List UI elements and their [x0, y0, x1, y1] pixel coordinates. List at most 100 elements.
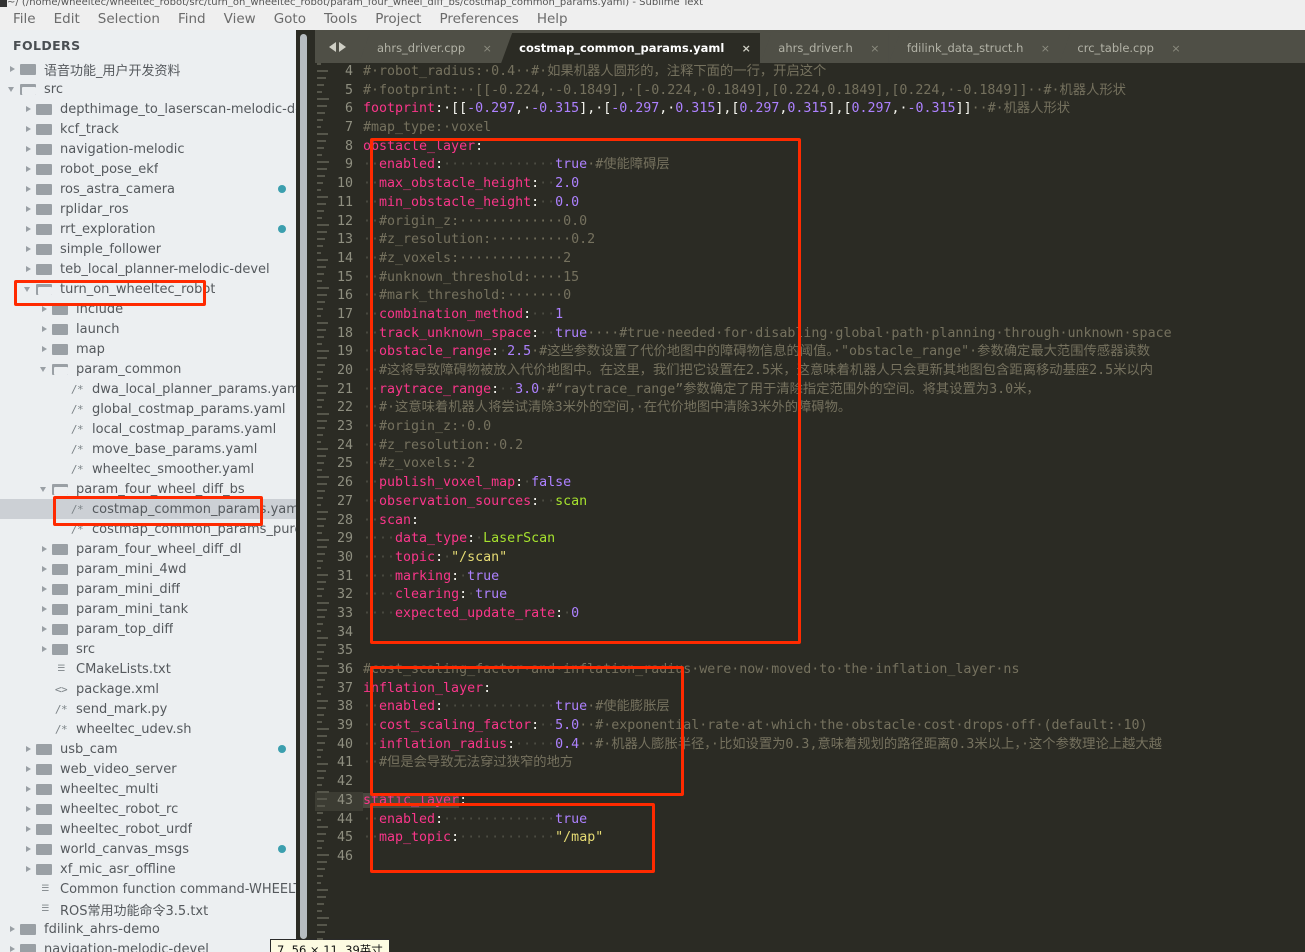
tree-item[interactable]: src [0, 79, 296, 99]
code-view[interactable]: 4 #·robot_radius:·0.4··#·如果机器人圆形的，注释下面的一行… [315, 63, 1305, 952]
menu-item-help[interactable]: Help [528, 9, 577, 29]
tree-item[interactable]: map [0, 339, 296, 359]
chevron-right-icon[interactable] [24, 145, 33, 154]
chevron-right-icon[interactable] [24, 865, 33, 874]
chevron-right-icon[interactable] [24, 245, 33, 254]
tree-item[interactable]: param_common [0, 359, 296, 379]
code-line[interactable]: 16 ··#mark_threshold:·······0 [315, 287, 1305, 306]
editor-tab[interactable]: ahrs_driver.h × [760, 33, 889, 63]
menu-item-edit[interactable]: Edit [45, 9, 89, 29]
tree-item[interactable]: navigation-melodic-devel [0, 939, 296, 952]
menu-item-find[interactable]: Find [169, 9, 215, 29]
chevron-right-icon[interactable] [40, 645, 49, 654]
tree-item[interactable]: include [0, 299, 296, 319]
tree-item[interactable]: world_canvas_msgs [0, 839, 296, 859]
close-icon[interactable]: × [1039, 42, 1051, 55]
code-line[interactable]: 30 ····topic:·"/scan" [315, 549, 1305, 568]
tree-item[interactable]: /* costmap_common_params.yaml [0, 499, 296, 519]
close-icon[interactable]: × [1170, 42, 1182, 55]
tree-item[interactable]: ☰ ROS常用功能命令3.5.txt [0, 899, 296, 919]
code-line[interactable]: 45 ··map_topic:············"/map" [315, 829, 1305, 848]
tree-item[interactable]: ☰ CMakeLists.txt [0, 659, 296, 679]
menu-item-tools[interactable]: Tools [315, 9, 366, 29]
tabbar[interactable]: ahrs_driver.cpp × costmap_common_params.ya… [315, 30, 1305, 63]
code-line[interactable]: 20 ··#这将导致障碍物被放入代价地图中。在这里，我们把它设置在2.5米，这意味… [315, 362, 1305, 381]
chevron-right-icon[interactable] [24, 225, 33, 234]
code-line[interactable]: 38 ··enabled:··············true·#使能膨胀层 [315, 698, 1305, 717]
code-line[interactable]: 15 ··#unknown_threshold:····15 [315, 269, 1305, 288]
tree-item[interactable]: launch [0, 319, 296, 339]
chevron-right-icon[interactable] [24, 765, 33, 774]
chevron-down-icon[interactable] [24, 285, 33, 294]
sidebar-folders-panel[interactable]: FOLDERS 语音功能_用户开发资料 src depthimage_to_lase… [0, 30, 296, 952]
editor-tab[interactable]: crc_table.cpp × [1059, 33, 1190, 63]
code-line[interactable]: 29 ····data_type:·LaserScan [315, 530, 1305, 549]
tree-item[interactable]: ☰ Common function command-WHEELTEC-ROS3 [0, 879, 296, 899]
code-line[interactable]: 46 [315, 848, 1305, 867]
code-line[interactable]: 28 ··scan: [315, 512, 1305, 531]
tree-item[interactable]: rrt_exploration [0, 219, 296, 239]
code-line[interactable]: 31 ····marking:·true [315, 568, 1305, 587]
tree-item[interactable]: param_mini_tank [0, 599, 296, 619]
tree-item[interactable]: /* wheeltec_udev.sh [0, 719, 296, 739]
sidebar-scrollbar[interactable] [300, 34, 307, 939]
code-line[interactable]: 27 ··observation_sources:··scan [315, 493, 1305, 512]
tree-item[interactable]: /* wheeltec_smoother.yaml [0, 459, 296, 479]
code-lines[interactable]: 4 #·robot_radius:·0.4··#·如果机器人圆形的，注释下面的一行… [315, 63, 1305, 867]
tree-item[interactable]: /* local_costmap_params.yaml [0, 419, 296, 439]
chevron-left-icon[interactable] [328, 41, 336, 52]
code-line[interactable]: 23 ··#origin_z:·0.0 [315, 418, 1305, 437]
tree-item[interactable]: simple_follower [0, 239, 296, 259]
tree-item[interactable]: usb_cam [0, 739, 296, 759]
tree-item[interactable]: fdilink_ahrs-demo [0, 919, 296, 939]
code-line[interactable]: 9 ··enabled:··············true·#使能障碍层 [315, 156, 1305, 175]
tree-item[interactable]: turn_on_wheeltec_robot [0, 279, 296, 299]
code-line[interactable]: 17 ··combination_method:···1 [315, 306, 1305, 325]
tree-item[interactable]: xf_mic_asr_offline [0, 859, 296, 879]
tree-item[interactable]: robot_pose_ekf [0, 159, 296, 179]
editor-tab[interactable]: costmap_common_params.yaml × [501, 33, 761, 63]
chevron-right-icon[interactable] [8, 945, 17, 952]
close-icon[interactable]: × [481, 42, 493, 55]
chevron-right-icon[interactable] [24, 805, 33, 814]
close-icon[interactable]: × [740, 42, 752, 55]
chevron-right-icon[interactable] [40, 345, 49, 354]
tree-item[interactable]: wheeltec_robot_rc [0, 799, 296, 819]
code-line[interactable]: 19 ··obstacle_range:·2.5·#这些参数设置了代价地图中的障碍… [315, 343, 1305, 362]
tree-item[interactable]: kcf_track [0, 119, 296, 139]
code-line[interactable]: 14 ··#z_voxels:·············2 [315, 250, 1305, 269]
chevron-right-icon[interactable] [24, 745, 33, 754]
code-line[interactable]: 22 ··#·这意味着机器人将尝试清除3米外的空间，·在代价地图中清除3米外的障碍… [315, 399, 1305, 418]
code-line[interactable]: 13 ··#z_resolution:··········0.2 [315, 231, 1305, 250]
code-line[interactable]: 21 ··raytrace_range:··3.0·#“raytrace_rang… [315, 381, 1305, 400]
chevron-down-icon[interactable] [40, 365, 49, 374]
tree-item[interactable]: navigation-melodic [0, 139, 296, 159]
tab-nav-arrows[interactable] [315, 30, 359, 63]
chevron-right-icon[interactable] [8, 65, 17, 74]
chevron-right-icon[interactable] [40, 585, 49, 594]
menu-item-goto[interactable]: Goto [265, 9, 315, 29]
chevron-right-icon[interactable] [24, 125, 33, 134]
tree-item[interactable]: depthimage_to_laserscan-melodic-devel [0, 99, 296, 119]
chevron-right-icon[interactable] [24, 825, 33, 834]
minimap[interactable] [315, 63, 329, 943]
chevron-right-icon[interactable] [40, 305, 49, 314]
code-line[interactable]: 33 ····expected_update_rate:·0 [315, 605, 1305, 624]
chevron-right-icon[interactable] [40, 605, 49, 614]
menubar[interactable]: File Edit Selection Find View Goto Tools Projec… [0, 7, 1305, 30]
tree-item[interactable]: web_video_server [0, 759, 296, 779]
tree-item[interactable]: wheeltec_multi [0, 779, 296, 799]
chevron-down-icon[interactable] [8, 85, 17, 94]
code-line[interactable]: 43 static_layer: [315, 791, 1305, 811]
tree-item[interactable]: param_top_diff [0, 619, 296, 639]
code-line[interactable]: 26 ··publish_voxel_map:·false [315, 474, 1305, 493]
chevron-right-icon[interactable] [24, 265, 33, 274]
code-line[interactable]: 40 ··inflation_radius:·····0.4··#·机器人膨胀半径… [315, 736, 1305, 755]
tree-item[interactable]: ros_astra_camera [0, 179, 296, 199]
tree-item[interactable]: param_four_wheel_diff_bs [0, 479, 296, 499]
chevron-down-icon[interactable] [40, 485, 49, 494]
code-line[interactable]: 39 ··cost_scaling_factor:··5.0··#·exponen… [315, 717, 1305, 736]
code-line[interactable]: 11 ··min_obstacle_height:··0.0 [315, 194, 1305, 213]
tree-item[interactable]: teb_local_planner-melodic-devel [0, 259, 296, 279]
menu-item-view[interactable]: View [215, 9, 265, 29]
